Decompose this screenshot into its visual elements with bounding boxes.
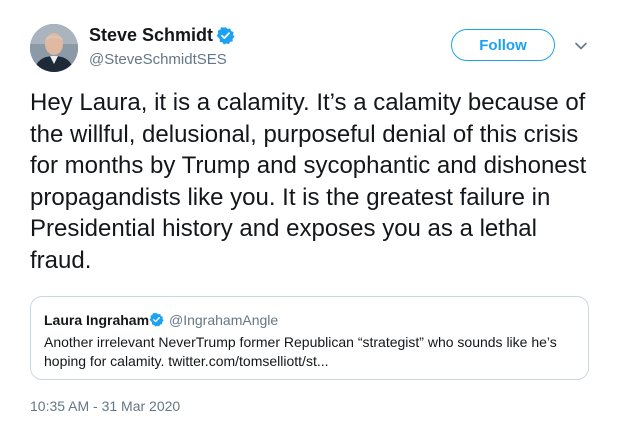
quoted-author-name: Laura Ingraham <box>44 312 150 328</box>
follow-button[interactable]: Follow <box>451 29 555 61</box>
tweet-timestamp[interactable]: 10:35 AM - 31 Mar 2020 <box>30 398 180 414</box>
tweet-text: Hey Laura, it is a calamity. It’s a cala… <box>30 89 587 274</box>
tweet-card: Steve Schmidt @SteveSchmidtSES Follow He… <box>0 0 621 423</box>
quoted-author-handle: @IngrahamAngle <box>169 312 279 328</box>
author-avatar[interactable] <box>30 24 78 72</box>
verified-badge-icon <box>216 27 235 45</box>
quoted-tweet-text: Another irrelevant NeverTrump former Rep… <box>44 334 557 369</box>
chevron-down-icon[interactable] <box>573 38 589 54</box>
verified-badge-icon <box>149 312 164 327</box>
author-name[interactable]: Steve Schmidt <box>89 25 213 46</box>
quoted-tweet[interactable]: Laura Ingraham @IngrahamAngle Another ir… <box>30 296 589 380</box>
profile-photo-icon <box>30 24 78 72</box>
author-handle[interactable]: @SteveSchmidtSES <box>89 51 227 68</box>
